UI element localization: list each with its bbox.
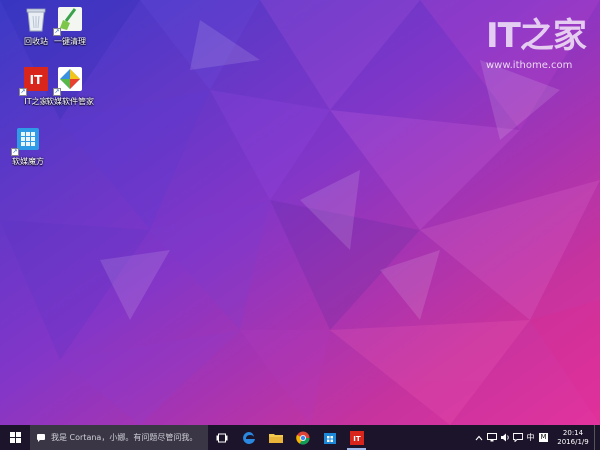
network-button[interactable] bbox=[485, 425, 498, 450]
shortcut-arrow-icon: ↗ bbox=[53, 28, 61, 36]
software-manager-icon: ↗ bbox=[53, 64, 85, 96]
desktop-icon-label: 一键清理 bbox=[54, 37, 86, 46]
clock-time: 20:14 bbox=[562, 428, 584, 437]
desktop-icon-one-click-clean[interactable]: ↗ 一键清理 bbox=[38, 4, 102, 47]
edge-icon bbox=[242, 431, 255, 444]
watermark-logo: IT之家 bbox=[486, 16, 587, 56]
shortcut-arrow-icon: ↗ bbox=[11, 148, 19, 156]
shortcut-arrow-icon: ↗ bbox=[19, 88, 27, 96]
taskbar-app-windows-store[interactable] bbox=[316, 425, 343, 450]
task-view-button[interactable] bbox=[208, 425, 235, 450]
desktop-icon-softmedia-magic-cube[interactable]: ↗ 软媒魔方 bbox=[0, 124, 60, 167]
ithome-icon: IT bbox=[349, 430, 364, 445]
magic-cube-icon: ↗ bbox=[11, 124, 43, 156]
taskbar-app-chrome[interactable] bbox=[289, 425, 316, 450]
chrome-icon bbox=[295, 431, 309, 444]
desktop-icon-label: 软媒软件管家 bbox=[46, 97, 94, 106]
ime-mode-label: M bbox=[539, 433, 548, 442]
network-icon bbox=[486, 433, 497, 442]
desktop-icon-label: 软媒魔方 bbox=[12, 157, 44, 166]
taskbar: 我是 Cortana，小娜。有问题尽管问我。 IT 中 M 20:14 2016… bbox=[0, 425, 600, 450]
input-method-button[interactable]: 中 bbox=[524, 425, 537, 450]
search-placeholder: 我是 Cortana，小娜。有问题尽管问我。 bbox=[51, 433, 198, 442]
taskbar-app-edge[interactable] bbox=[235, 425, 262, 450]
ime-mode-button[interactable]: M bbox=[537, 425, 550, 450]
store-icon bbox=[323, 432, 336, 444]
show-desktop-button[interactable] bbox=[594, 425, 600, 450]
clock[interactable]: 20:14 2016/1/9 bbox=[552, 429, 594, 447]
watermark-url: www.ithome.com bbox=[486, 60, 573, 71]
svg-text:IT: IT bbox=[353, 435, 361, 443]
desktop-icon-softmedia-manager[interactable]: ↗ 软媒软件管家 bbox=[38, 64, 102, 107]
start-button[interactable] bbox=[0, 425, 30, 450]
broom-icon: ↗ bbox=[53, 4, 85, 36]
cortana-search-box[interactable]: 我是 Cortana，小娜。有问题尽管问我。 bbox=[30, 425, 208, 450]
windows-logo-icon bbox=[9, 432, 21, 443]
taskbar-app-ithome[interactable]: IT bbox=[343, 425, 370, 450]
task-view-icon bbox=[216, 433, 227, 442]
show-hidden-icons-button[interactable] bbox=[472, 425, 485, 450]
shortcut-arrow-icon: ↗ bbox=[53, 88, 61, 96]
taskbar-app-file-explorer[interactable] bbox=[262, 425, 289, 450]
volume-button[interactable] bbox=[498, 425, 511, 450]
message-icon bbox=[512, 433, 523, 442]
folder-icon bbox=[268, 433, 283, 443]
clock-date: 2016/1/9 bbox=[557, 437, 589, 446]
chevron-up-icon bbox=[475, 435, 482, 440]
action-center-button[interactable] bbox=[511, 425, 524, 450]
cortana-icon bbox=[37, 433, 45, 442]
system-tray: 中 M 20:14 2016/1/9 bbox=[472, 425, 600, 450]
speaker-icon bbox=[500, 433, 509, 442]
ithome-watermark: IT之家 www.ithome.com bbox=[486, 16, 590, 74]
